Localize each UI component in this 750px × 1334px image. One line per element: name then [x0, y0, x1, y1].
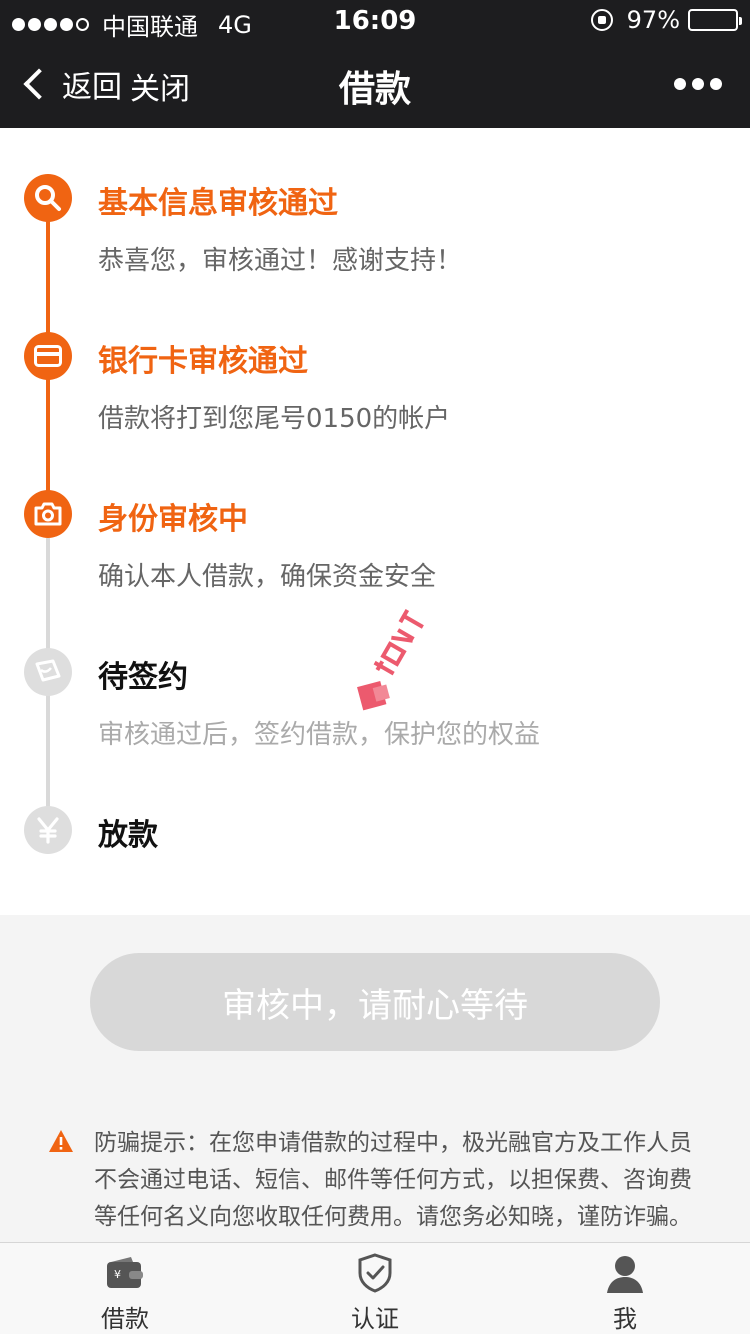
notice-text: 防骗提示：在您申请借款的过程中，极光融官方及工作人员不会通过电话、短信、邮件等任…	[94, 1130, 692, 1230]
search-icon	[24, 174, 72, 222]
step-title: 放款	[98, 818, 158, 853]
page-title: 借款	[338, 69, 411, 110]
rotation-lock-icon	[590, 9, 613, 31]
yen-icon	[24, 806, 72, 854]
top-bar: 中国联通 4G 16:09 97% 返回 关闭 借款	[0, 0, 750, 128]
battery-percent: 97%	[626, 6, 680, 34]
tab-verify[interactable]: 认证	[250, 1243, 500, 1334]
battery-icon	[688, 9, 742, 31]
bank-card-icon	[24, 332, 72, 380]
warning-icon	[49, 1130, 73, 1152]
tab-label: 认证	[351, 1305, 399, 1333]
wallet-icon: ¥	[103, 1251, 147, 1295]
step-desc: 审核通过后，签约借款，保护您的权益	[98, 720, 541, 750]
status-bar: 中国联通 4G 16:09 97%	[0, 0, 750, 41]
step-desc: 借款将打到您尾号0150的帐户	[98, 404, 451, 434]
user-icon	[603, 1251, 647, 1295]
step-title: 待签约	[98, 660, 188, 695]
camera-icon	[24, 490, 72, 538]
step-title: 银行卡审核通过	[98, 344, 308, 379]
step-title: 基本信息审核通过	[98, 186, 338, 221]
tab-me[interactable]: 我	[500, 1243, 750, 1334]
step-desc: 恭喜您，审核通过！感谢支持！	[98, 246, 463, 276]
more-options-icon[interactable]	[668, 78, 722, 90]
tab-bar: ¥ 借款 认证 我	[0, 1242, 750, 1334]
step-title: 身份审核中	[98, 502, 248, 537]
review-status-button[interactable]: 审核中，请耐心等待	[90, 953, 660, 1051]
tab-label: 借款	[101, 1305, 149, 1333]
svg-text:¥: ¥	[114, 1268, 121, 1281]
sign-icon	[24, 648, 72, 696]
watermark-logo	[357, 608, 424, 711]
tab-label: 我	[613, 1305, 637, 1333]
tab-loan[interactable]: ¥ 借款	[0, 1243, 250, 1334]
shield-check-icon	[353, 1251, 397, 1295]
nav-bar: 返回 关闭 借款	[0, 40, 750, 128]
progress-steps: 基本信息审核通过 恭喜您，审核通过！感谢支持！ 银行卡审核通过 借款将打到您尾号…	[0, 128, 750, 915]
status-right: 97%	[590, 6, 742, 34]
